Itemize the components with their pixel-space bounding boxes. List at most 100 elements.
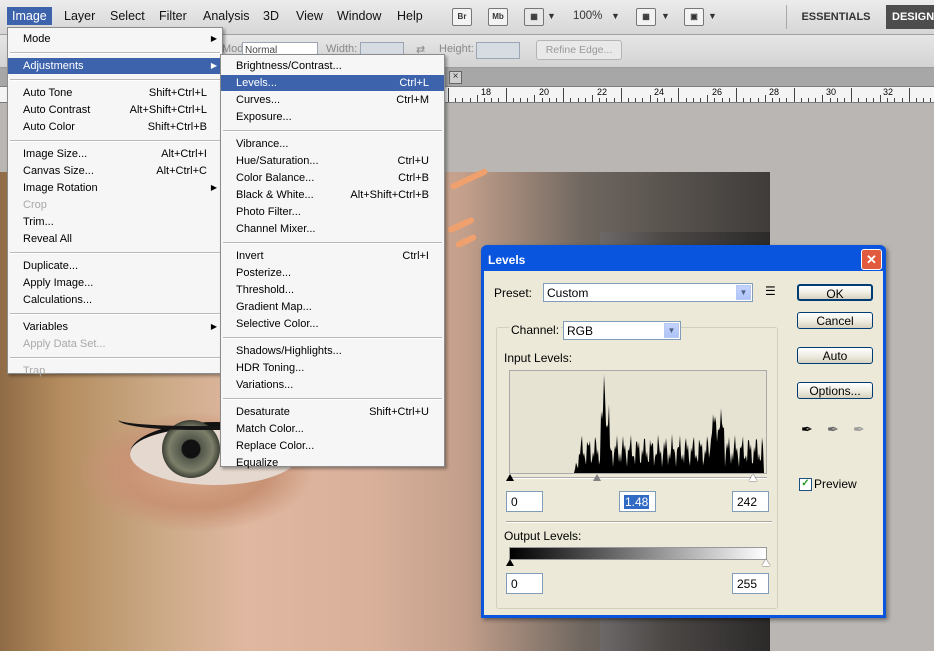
input-white-slider[interactable] (748, 474, 757, 481)
chevron-down-icon[interactable]: ▼ (664, 323, 679, 338)
ok-button[interactable]: OK (797, 284, 873, 301)
ruler-tick (664, 98, 665, 102)
menu-item-label: Variables (23, 321, 69, 333)
workspace-essentials[interactable]: ESSENTIALS (792, 5, 880, 29)
output-black-field[interactable]: 0 (506, 573, 543, 594)
menu-view[interactable]: View (296, 9, 323, 23)
menu-help[interactable]: Help (397, 9, 423, 23)
image-menu-item-variables[interactable]: Variables ▶ (8, 319, 222, 335)
image-menu-item-image-rotation[interactable]: Image Rotation ▶ (8, 180, 222, 196)
black-eyedropper-icon[interactable]: ✒ (801, 421, 813, 438)
adjustments-item-invert[interactable]: Invert Ctrl+I (221, 248, 444, 264)
adjustments-item-gradient-map[interactable]: Gradient Map... (221, 299, 444, 315)
image-menu-item-adjustments[interactable]: Adjustments ▶ (8, 58, 222, 74)
image-menu-item-auto-color[interactable]: Auto Color Shift+Ctrl+B (8, 119, 222, 135)
image-menu-item-calculations[interactable]: Calculations... (8, 292, 222, 308)
arrange-icon[interactable]: ▦ (636, 8, 656, 26)
chevron-down-icon[interactable]: ▼ (661, 11, 670, 21)
adjustments-item-match-color[interactable]: Match Color... (221, 421, 444, 437)
image-menu-item-image-size[interactable]: Image Size... Alt+Ctrl+I (8, 146, 222, 162)
adjustments-item-shadows-highlights[interactable]: Shadows/Highlights... (221, 343, 444, 359)
adjustments-item-equalize[interactable]: Equalize (221, 455, 444, 471)
menu-3d[interactable]: 3D (263, 9, 279, 23)
adjustments-item-hdr-toning[interactable]: HDR Toning... (221, 360, 444, 376)
height-field[interactable] (476, 42, 520, 59)
close-icon[interactable]: × (449, 71, 462, 84)
chevron-down-icon[interactable]: ▼ (736, 285, 751, 300)
image-menu-item-auto-tone[interactable]: Auto Tone Shift+Ctrl+L (8, 85, 222, 101)
dialog-body: Preset: Custom ▼ ☰ Channel: RGB ▼ Input … (484, 271, 883, 615)
adjustments-item-hue-saturation[interactable]: Hue/Saturation... Ctrl+U (221, 153, 444, 169)
menu-layer[interactable]: Layer (64, 9, 95, 23)
menu-select[interactable]: Select (110, 9, 145, 23)
preset-select[interactable]: Custom ▼ (543, 283, 753, 302)
menu-image[interactable]: Image (7, 7, 52, 25)
chevron-right-icon: ▶ (210, 61, 217, 70)
white-eyedropper-icon[interactable]: ✒ (853, 421, 865, 438)
adjustments-item-desaturate[interactable]: Desaturate Shift+Ctrl+U (221, 404, 444, 420)
image-menu-item-reveal-all[interactable]: Reveal All (8, 231, 222, 247)
preview-checkbox[interactable]: ✓ (799, 478, 812, 491)
preset-options-icon[interactable]: ☰ (765, 284, 776, 298)
adjustments-item-channel-mixer[interactable]: Channel Mixer... (221, 221, 444, 237)
cancel-button[interactable]: Cancel (797, 312, 873, 329)
adjustments-item-variations[interactable]: Variations... (221, 377, 444, 393)
adjustments-item-posterize[interactable]: Posterize... (221, 265, 444, 281)
zoom-level[interactable]: 100% (573, 10, 602, 22)
screen-icon[interactable]: ▦ (524, 8, 544, 26)
input-gamma-field[interactable]: 1.48 (619, 491, 656, 512)
chevron-down-icon[interactable]: ▼ (708, 11, 717, 21)
adjustments-item-threshold[interactable]: Threshold... (221, 282, 444, 298)
ruler-tick (772, 98, 773, 102)
menu-analysis[interactable]: Analysis (203, 9, 250, 23)
adjustments-item-replace-color[interactable]: Replace Color... (221, 438, 444, 454)
input-black-slider[interactable] (506, 474, 514, 481)
input-gamma-slider[interactable] (593, 474, 602, 481)
adjustments-item-levels[interactable]: Levels... Ctrl+L (221, 75, 444, 91)
menu-item-label: Gradient Map... (236, 301, 312, 313)
image-menu-item-duplicate[interactable]: Duplicate... (8, 258, 222, 274)
refine-edge-button[interactable]: Refine Edge... (536, 40, 622, 60)
input-white-field[interactable]: 242 (732, 491, 769, 512)
channel-select[interactable]: RGB ▼ (563, 321, 681, 340)
workspace-design[interactable]: DESIGN (886, 5, 934, 29)
image-menu-item-canvas-size[interactable]: Canvas Size... Alt+Ctrl+C (8, 163, 222, 179)
ruler-tick (484, 98, 485, 102)
adjustments-item-brightness-contrast[interactable]: Brightness/Contrast... (221, 58, 444, 74)
chevron-down-icon[interactable]: ▼ (611, 11, 620, 21)
input-white-value: 242 (737, 495, 758, 509)
image-menu-item-auto-contrast[interactable]: Auto Contrast Alt+Shift+Ctrl+L (8, 102, 222, 118)
image-menu-item-trim[interactable]: Trim... (8, 214, 222, 230)
input-black-field[interactable]: 0 (506, 491, 543, 512)
adjustments-item-photo-filter[interactable]: Photo Filter... (221, 204, 444, 220)
preview-label[interactable]: Preview (814, 477, 857, 491)
adjustments-item-curves[interactable]: Curves... Ctrl+M (221, 92, 444, 108)
output-white-field[interactable]: 255 (732, 573, 769, 594)
auto-button[interactable]: Auto (797, 347, 873, 364)
menu-item-label: Brightness/Contrast... (236, 60, 342, 72)
adjustments-item-vibrance[interactable]: Vibrance... (221, 136, 444, 152)
adjustments-item-black-white[interactable]: Black & White... Alt+Shift+Ctrl+B (221, 187, 444, 203)
gray-eyedropper-icon[interactable]: ✒ (827, 421, 839, 438)
menu-window[interactable]: Window (337, 9, 381, 23)
adjustments-item-exposure[interactable]: Exposure... (221, 109, 444, 125)
menu-separator (10, 140, 220, 142)
ruler-tick (520, 98, 521, 102)
screen-mode-icon[interactable]: ▣ (684, 8, 704, 26)
options-button[interactable]: Options... (797, 382, 873, 399)
close-icon[interactable]: ✕ (861, 249, 882, 270)
dialog-title: Levels (488, 253, 526, 267)
chevron-down-icon[interactable]: ▼ (547, 11, 556, 21)
bridge-icon[interactable]: Br (452, 8, 472, 26)
image-menu-item-apply-image[interactable]: Apply Image... (8, 275, 222, 291)
menu-separator (10, 357, 220, 359)
menu-filter[interactable]: Filter (159, 9, 187, 23)
menu-item-label: Invert (236, 250, 264, 262)
adjustments-item-selective-color[interactable]: Selective Color... (221, 316, 444, 332)
image-menu-item-mode[interactable]: Mode ▶ (8, 31, 222, 47)
menu-item-label: Color Balance... (236, 172, 315, 184)
minibridge-icon[interactable]: Mb (488, 8, 508, 26)
output-black-slider[interactable] (506, 559, 514, 566)
output-white-slider[interactable] (762, 559, 770, 566)
adjustments-item-color-balance[interactable]: Color Balance... Ctrl+B (221, 170, 444, 186)
